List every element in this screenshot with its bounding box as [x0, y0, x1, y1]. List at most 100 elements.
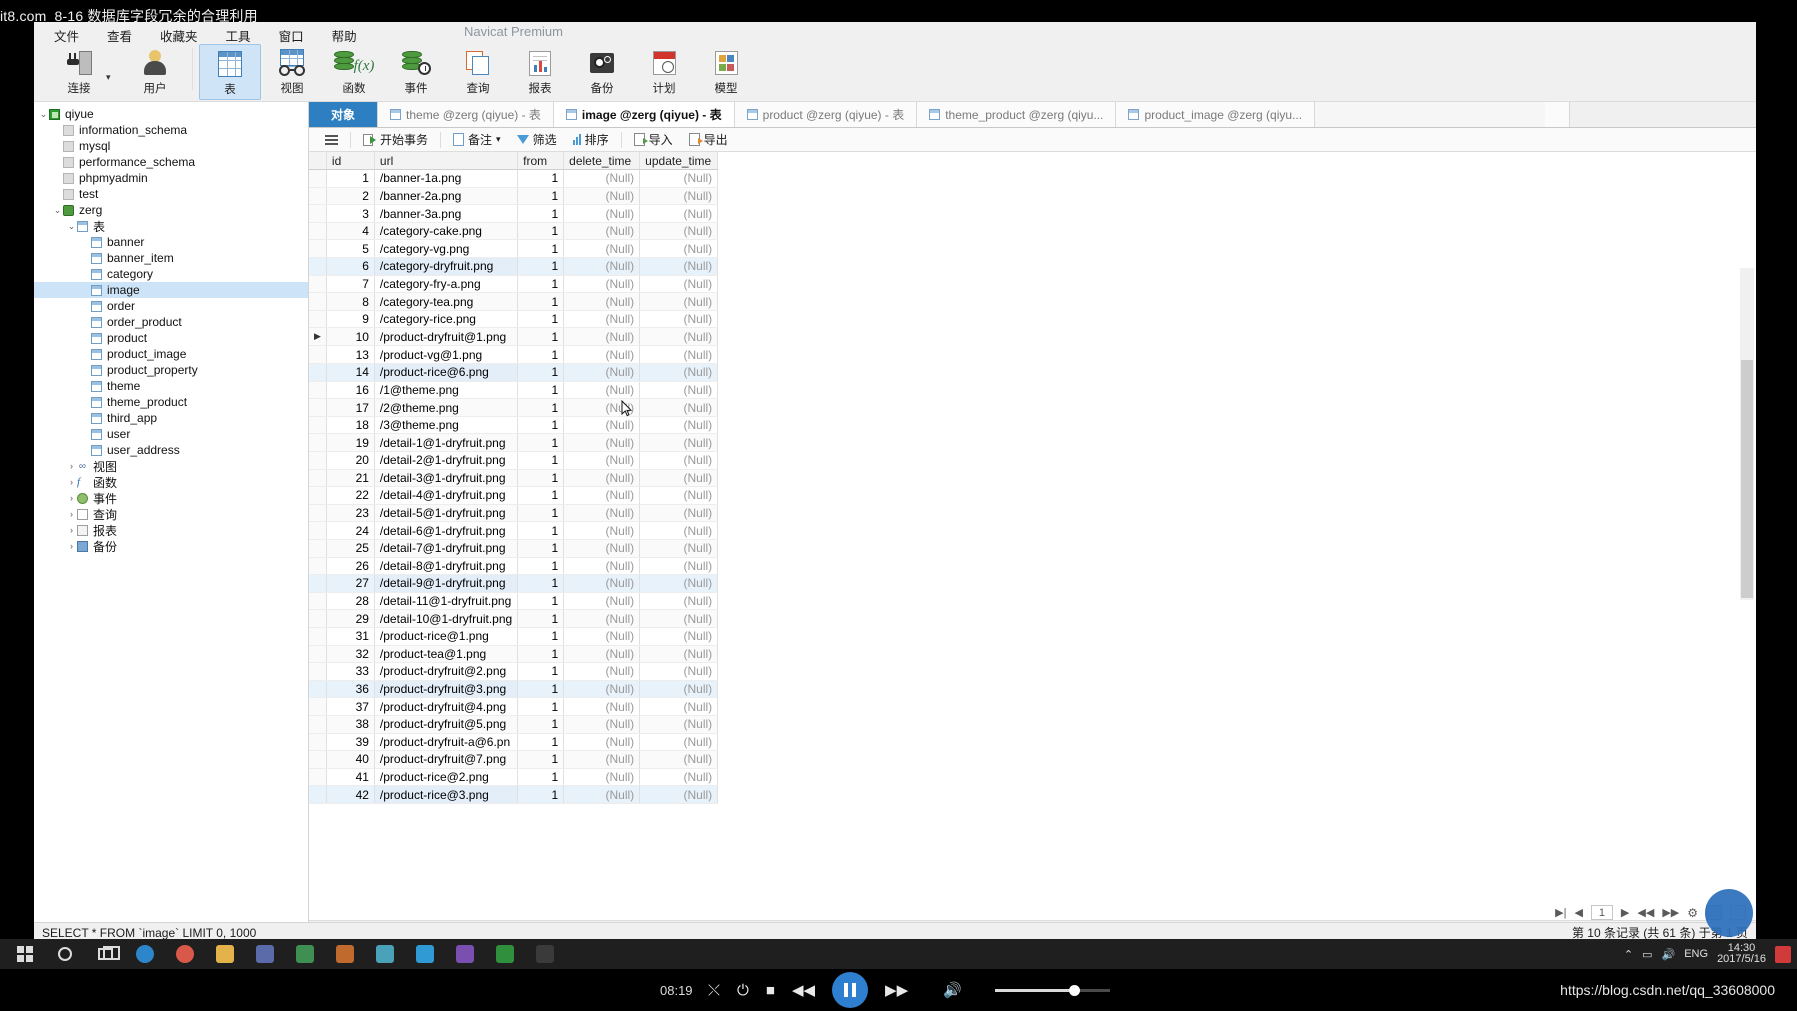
table-row[interactable]: 9/category-rice.png 1 (Null) (Null): [309, 310, 719, 329]
cell-from[interactable]: 1: [517, 680, 565, 699]
cell-from[interactable]: 1: [517, 416, 565, 435]
tab-theme[interactable]: theme @zerg (qiyue) - 表: [378, 102, 554, 127]
cell-url[interactable]: /3@theme.png: [374, 416, 519, 435]
search-button[interactable]: [46, 940, 84, 968]
table-row[interactable]: 26/detail-8@1-dryfruit.png 1 (Null) (Null): [309, 557, 719, 576]
cell-url[interactable]: /detail-3@1-dryfruit.png: [374, 469, 519, 488]
tree-node-theme_product[interactable]: theme_product: [34, 394, 308, 410]
task-view-button[interactable]: [86, 940, 124, 968]
cell-delete-time[interactable]: (Null): [563, 222, 641, 241]
table-row[interactable]: 8/category-tea.png 1 (Null) (Null): [309, 292, 719, 311]
row-marker[interactable]: [309, 381, 327, 400]
cell-update-time[interactable]: (Null): [639, 451, 719, 470]
cell-url[interactable]: /product-dryfruit@2.png: [374, 662, 519, 681]
row-marker[interactable]: [309, 416, 327, 435]
cell-update-time[interactable]: (Null): [639, 204, 719, 223]
cell-update-time[interactable]: (Null): [639, 433, 719, 452]
row-marker[interactable]: [309, 768, 327, 787]
table-row[interactable]: 29/detail-10@1-dryfruit.png 1 (Null) (Null): [309, 609, 719, 628]
cell-from[interactable]: 1: [517, 662, 565, 681]
cell-delete-time[interactable]: (Null): [563, 785, 641, 804]
scrollbar-thumb[interactable]: [1741, 360, 1753, 598]
tree-node-[interactable]: › 事件: [34, 490, 308, 506]
next-page-button[interactable]: ▶: [1621, 906, 1629, 919]
cell-delete-time[interactable]: (Null): [563, 204, 641, 223]
cell-id[interactable]: 18: [326, 416, 375, 435]
chevron-right-icon[interactable]: ›: [66, 493, 77, 503]
cell-update-time[interactable]: (Null): [639, 363, 719, 382]
cell-from[interactable]: 1: [517, 345, 565, 365]
last-record-button[interactable]: ▶|: [1555, 906, 1566, 919]
tree-node-order_product[interactable]: order_product: [34, 314, 308, 330]
cell-id[interactable]: 2: [326, 187, 375, 206]
cell-id[interactable]: 14: [326, 363, 375, 382]
cell-id[interactable]: 7: [326, 275, 375, 294]
start-button[interactable]: [6, 940, 44, 968]
cell-from[interactable]: 1: [517, 239, 565, 259]
cell-id[interactable]: 4: [326, 222, 375, 241]
row-marker[interactable]: [309, 204, 327, 223]
cell-from[interactable]: 1: [517, 292, 565, 311]
cell-url[interactable]: /detail-6@1-dryfruit.png: [374, 521, 519, 540]
cell-update-time[interactable]: (Null): [639, 627, 719, 646]
chevron-down-icon[interactable]: ⌄: [66, 221, 77, 232]
cell-url[interactable]: /product-dryfruit-a@6.pn: [374, 733, 519, 752]
row-marker[interactable]: [309, 557, 327, 576]
cell-id[interactable]: 25: [326, 539, 375, 558]
rewind-icon[interactable]: ◀◀: [792, 981, 815, 999]
tab-objects[interactable]: 对象: [309, 102, 379, 127]
tab-theme-product[interactable]: theme_product @zerg (qiyu...: [917, 102, 1117, 127]
cell-url[interactable]: /detail-5@1-dryfruit.png: [374, 504, 519, 523]
cell-update-time[interactable]: (Null): [639, 381, 719, 400]
cell-id[interactable]: 38: [326, 715, 375, 734]
cell-update-time[interactable]: (Null): [639, 398, 719, 417]
tree-node-[interactable]: › 备份: [34, 538, 308, 554]
chevron-right-icon[interactable]: ›: [66, 541, 77, 551]
cell-update-time[interactable]: (Null): [639, 504, 719, 523]
cell-id[interactable]: 27: [326, 574, 375, 593]
pause-button[interactable]: [832, 972, 869, 1008]
cell-from[interactable]: 1: [517, 592, 565, 611]
cell-update-time[interactable]: (Null): [639, 557, 719, 576]
cell-id[interactable]: 29: [326, 609, 375, 628]
row-marker[interactable]: [309, 609, 327, 628]
cell-delete-time[interactable]: (Null): [563, 381, 641, 400]
tree-node-[interactable]: › 报表: [34, 522, 308, 538]
table-row[interactable]: 22/detail-4@1-dryfruit.png 1 (Null) (Null): [309, 486, 719, 505]
tray-network-icon[interactable]: ▭: [1642, 948, 1652, 961]
table-row[interactable]: 13/product-vg@1.png 1 (Null) (Null): [309, 345, 719, 365]
taskbar-app9[interactable]: [446, 940, 484, 968]
cell-url[interactable]: /product-dryfruit@1.png: [374, 327, 519, 347]
tree-node-banner_item[interactable]: banner_item: [34, 250, 308, 266]
chevron-right-icon[interactable]: ›: [66, 477, 77, 487]
tree-node-qiyue[interactable]: ⌄ qiyue: [34, 106, 308, 122]
row-marker[interactable]: [309, 504, 327, 523]
cell-url[interactable]: /category-fry-a.png: [374, 275, 519, 294]
cell-update-time[interactable]: (Null): [639, 486, 719, 505]
tree-node-user_address[interactable]: user_address: [34, 442, 308, 458]
cell-from[interactable]: 1: [517, 627, 565, 646]
cell-from[interactable]: 1: [517, 433, 565, 452]
cell-url[interactable]: /product-rice@3.png: [374, 785, 519, 804]
fast-forward-icon[interactable]: ▶▶: [885, 981, 908, 999]
cell-delete-time[interactable]: (Null): [563, 521, 641, 540]
tab-product-image[interactable]: product_image @zerg (qiyu...: [1116, 102, 1316, 127]
taskbar-app6[interactable]: [326, 940, 364, 968]
chevron-down-icon[interactable]: ⌄: [38, 109, 49, 120]
cell-update-time[interactable]: (Null): [639, 662, 719, 681]
cell-id[interactable]: 37: [326, 697, 375, 716]
cell-update-time[interactable]: (Null): [639, 310, 719, 329]
table-row[interactable]: 16/1@theme.png 1 (Null) (Null): [309, 381, 719, 400]
column-header-delete-time[interactable]: delete_time: [563, 152, 641, 171]
cell-delete-time[interactable]: (Null): [563, 239, 641, 259]
row-marker[interactable]: [309, 398, 327, 417]
cell-from[interactable]: 1: [517, 521, 565, 540]
shuffle-icon[interactable]: ⤬: [708, 982, 720, 999]
data-grid[interactable]: id url from delete_time update_time 1/ba…: [309, 152, 1756, 920]
cell-url[interactable]: /product-rice@2.png: [374, 768, 519, 787]
volume-slider[interactable]: [995, 984, 1110, 996]
cell-id[interactable]: 3: [326, 204, 375, 223]
column-header-from[interactable]: from: [517, 152, 565, 171]
cell-update-time[interactable]: (Null): [639, 469, 719, 488]
table-row[interactable]: 27/detail-9@1-dryfruit.png 1 (Null) (Null): [309, 574, 719, 593]
